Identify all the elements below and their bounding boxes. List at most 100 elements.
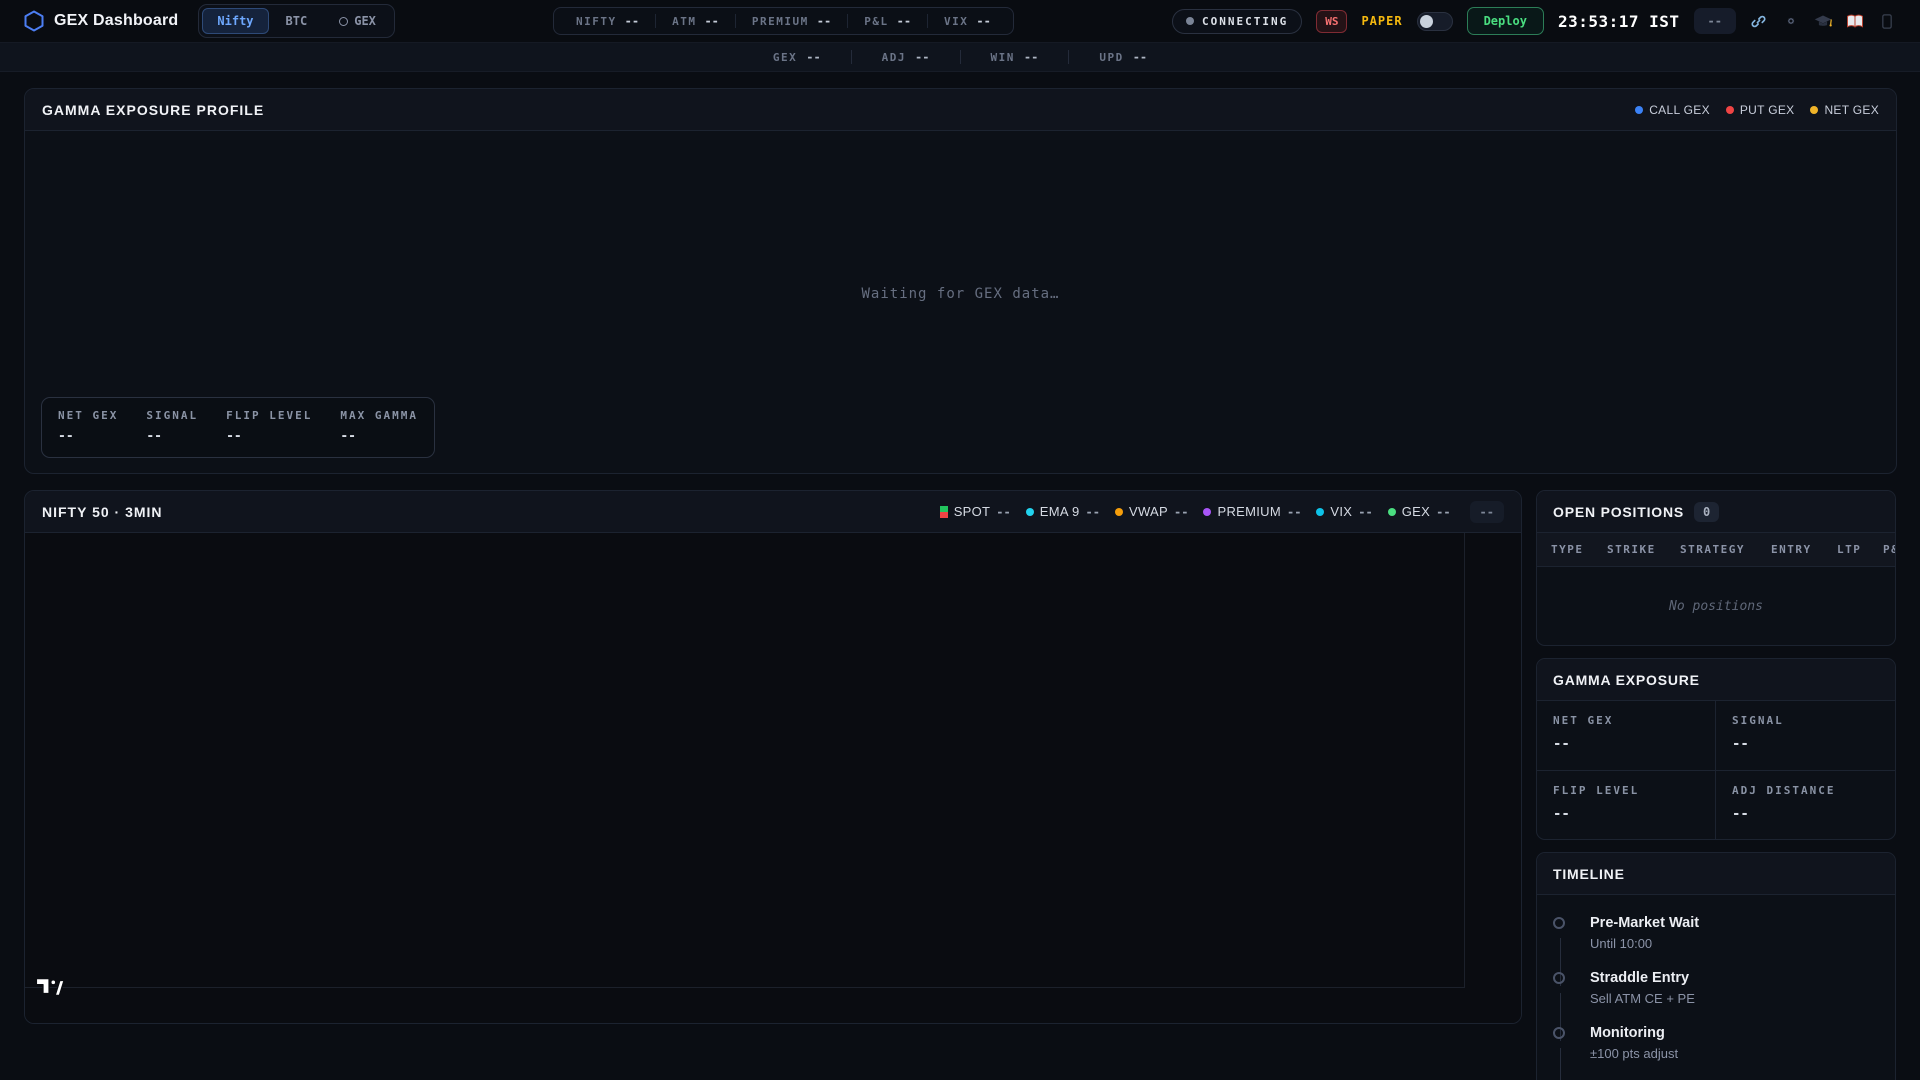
- timeline-circle-icon: [1553, 972, 1565, 984]
- gex-stat-value: --: [58, 429, 74, 444]
- connection-status-text: CONNECTING: [1201, 14, 1289, 28]
- legend-net-gex: NET GEX: [1810, 103, 1879, 117]
- legend-value: --: [1286, 504, 1302, 519]
- gex-legend: CALL GEX PUT GEX NET GEX: [1635, 103, 1879, 117]
- circle-icon: [339, 16, 349, 26]
- col-entry: ENTRY: [1771, 543, 1812, 556]
- gex-stat-label: NET GEX: [58, 409, 119, 422]
- paper-live-toggle[interactable]: [1416, 11, 1453, 31]
- legend-gex: GEX --: [1387, 504, 1451, 519]
- open-positions-title: OPEN POSITIONS: [1553, 503, 1684, 520]
- legend-label: VWAP: [1129, 504, 1169, 519]
- timeline-header: TIMELINE: [1537, 853, 1895, 895]
- tab-nifty[interactable]: Nifty: [202, 8, 269, 34]
- gex-panel-header: GAMMA EXPOSURE PROFILE CALL GEX PUT GEX …: [25, 89, 1896, 131]
- legend-vwap: VWAP --: [1115, 504, 1188, 519]
- gex-stat-maxgamma: MAX GAMMA --: [340, 409, 418, 444]
- tab-gex-label: GEX: [354, 14, 376, 28]
- col-strike: STRIKE: [1607, 543, 1656, 556]
- vwap-dot-icon: [1115, 507, 1123, 516]
- legend-label: EMA 9: [1039, 504, 1080, 519]
- clock: 23:53:17 IST: [1557, 11, 1680, 31]
- call-gex-dot-icon: [1635, 105, 1644, 114]
- candlestick-icon: [939, 505, 948, 518]
- book-icon[interactable]: [1846, 12, 1864, 30]
- net-gex-dot-icon: [1810, 105, 1819, 114]
- stat-label: NIFTY: [576, 14, 617, 28]
- gamma-cell-adjdistance: ADJ DISTANCE --: [1716, 770, 1895, 839]
- stat-label: VIX: [944, 14, 969, 28]
- chart-panel-header: NIFTY 50 · 3MIN SPOT -- EMA 9 -- VWAP --…: [25, 491, 1521, 533]
- stat-label: ATM: [672, 14, 697, 28]
- time-axis-divider: [25, 987, 1465, 988]
- legend-spot: SPOT --: [939, 504, 1011, 519]
- stat-value: --: [816, 14, 832, 28]
- gex-panel-title: GAMMA EXPOSURE PROFILE: [42, 101, 265, 118]
- gamma-cell-label: NET GEX: [1553, 714, 1614, 727]
- open-positions-header: OPEN POSITIONS 0: [1537, 491, 1895, 533]
- timeline-item-premarket: Pre-Market Wait Until 10:00: [1553, 915, 1879, 986]
- gamma-cell-value: --: [1553, 806, 1570, 822]
- header-stats-pill: NIFTY -- ATM -- PREMIUM -- P&L -- VIX --: [553, 7, 1014, 35]
- gear-icon[interactable]: [1782, 12, 1800, 30]
- gamma-cell-signal: SIGNAL --: [1716, 701, 1895, 770]
- vix-dot-icon: [1316, 507, 1325, 516]
- gamma-cell-value: --: [1732, 806, 1749, 822]
- header-right-cluster: CONNECTING WS PAPER Deploy 23:53:17 IST …: [1171, 7, 1896, 35]
- gex-stat-label: FLIP LEVEL: [226, 409, 313, 422]
- gamma-cell-netgex: NET GEX --: [1537, 701, 1716, 770]
- positions-table-header: TYPE STRIKE STRATEGY ENTRY LTP P&L: [1537, 533, 1895, 567]
- timeline-body: Pre-Market Wait Until 10:00 Straddle Ent…: [1537, 895, 1895, 1080]
- legend-label: PREMIUM: [1217, 504, 1281, 519]
- stat-label: P&L: [864, 14, 889, 28]
- substat-label: ADJ: [881, 50, 907, 64]
- gex-stat-netgex: NET GEX --: [58, 409, 118, 444]
- col-type: TYPE: [1551, 543, 1584, 556]
- tradingview-logo-icon[interactable]: [35, 977, 65, 1002]
- timeline-item-subtitle: Sell ATM CE + PE: [1590, 991, 1695, 1006]
- graduation-cap-icon[interactable]: [1814, 12, 1832, 30]
- substat-label: UPD: [1099, 50, 1124, 64]
- legend-label: VIX: [1330, 504, 1353, 519]
- nifty-chart-panel: NIFTY 50 · 3MIN SPOT -- EMA 9 -- VWAP --…: [24, 490, 1522, 1024]
- gex-stat-label: SIGNAL: [146, 409, 199, 422]
- stat-value: --: [704, 14, 719, 28]
- gamma-exposure-title: GAMMA EXPOSURE: [1553, 671, 1700, 688]
- substat-win: WIN --: [959, 50, 1069, 64]
- premium-dot-icon: [1203, 507, 1212, 516]
- timeline-item-title: Pre-Market Wait: [1590, 915, 1700, 931]
- gamma-exposure-profile-panel: GAMMA EXPOSURE PROFILE CALL GEX PUT GEX …: [24, 88, 1897, 474]
- legend-label: PUT GEX: [1739, 102, 1795, 117]
- deploy-button[interactable]: Deploy: [1466, 7, 1544, 35]
- substat-gex: GEX --: [743, 50, 851, 64]
- gamma-cell-value: --: [1553, 736, 1570, 752]
- paper-mode-label: PAPER: [1361, 14, 1403, 28]
- substat-label: WIN: [990, 50, 1015, 64]
- right-sidebar: OPEN POSITIONS 0 TYPE STRIKE STRATEGY EN…: [1536, 490, 1896, 1080]
- phone-icon[interactable]: [1878, 12, 1896, 30]
- chart-canvas-area[interactable]: [25, 533, 1521, 1023]
- ws-badge: WS: [1316, 9, 1348, 33]
- chart-panel-title: NIFTY 50 · 3MIN: [42, 503, 163, 520]
- put-gex-dot-icon: [1725, 105, 1734, 114]
- chart-status-badge: --: [1469, 500, 1504, 523]
- tab-btc[interactable]: BTC: [271, 8, 323, 34]
- gamma-cell-value: --: [1732, 736, 1749, 752]
- legend-value: --: [1085, 504, 1100, 519]
- timeline-circle-icon: [1553, 917, 1565, 929]
- tab-gex[interactable]: GEX: [324, 8, 391, 34]
- timeline-item-title: Straddle Entry: [1590, 970, 1690, 986]
- price-axis-divider: [1464, 533, 1465, 988]
- connection-status-pill: CONNECTING: [1171, 8, 1303, 34]
- legend-label: CALL GEX: [1649, 102, 1710, 117]
- timeline-item-subtitle: Until 10:00: [1590, 936, 1653, 951]
- legend-value: --: [996, 504, 1011, 519]
- link-icon[interactable]: [1750, 12, 1768, 30]
- gamma-cell-label: FLIP LEVEL: [1553, 784, 1640, 797]
- secondary-stats-bar: GEX -- ADJ -- WIN -- UPD --: [0, 43, 1920, 72]
- legend-label: GEX: [1401, 504, 1431, 519]
- substat-value: --: [806, 50, 821, 64]
- toggle-knob: [1419, 14, 1433, 28]
- stat-value: --: [976, 14, 991, 28]
- tab-nifty-label: Nifty: [217, 14, 254, 28]
